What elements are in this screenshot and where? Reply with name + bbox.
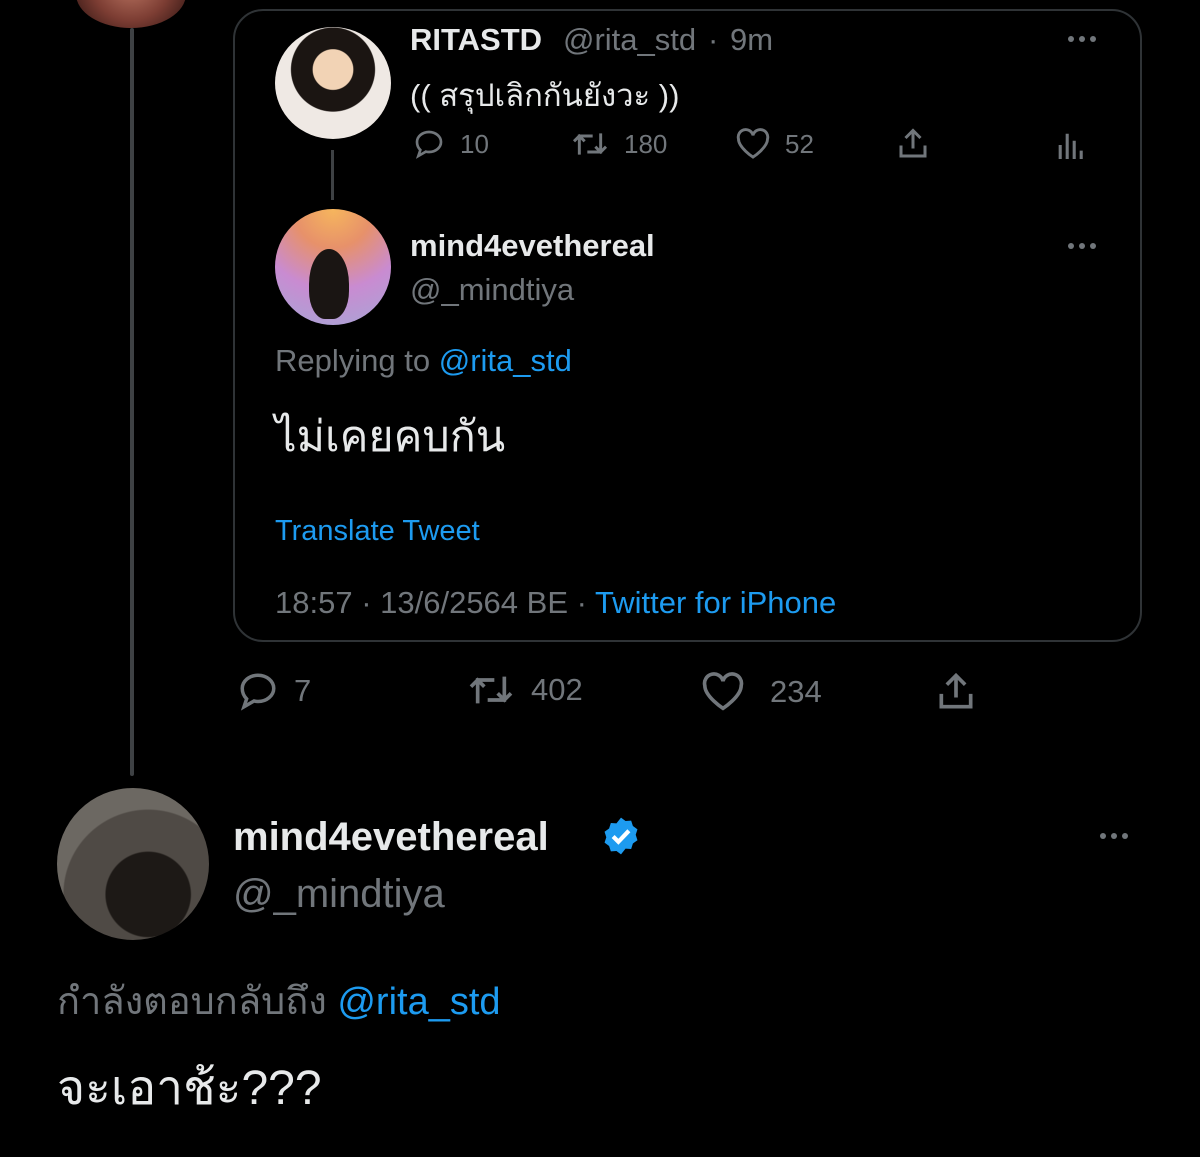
rita-avatar[interactable] xyxy=(275,27,391,139)
reply-tweet-text: ไม่เคยคบกัน xyxy=(275,413,506,461)
more-icon[interactable] xyxy=(1100,833,1128,839)
like-icon xyxy=(736,128,770,159)
quoted-retweet-action[interactable]: 180 xyxy=(570,128,667,160)
analytics-icon xyxy=(1058,133,1083,159)
translate-tweet-link[interactable]: Translate Tweet xyxy=(275,515,480,548)
verified-badge-icon xyxy=(604,817,638,855)
reply-author-handle[interactable]: @_mindtiya xyxy=(410,272,574,308)
replying-to-prefix: Replying to xyxy=(275,343,431,378)
quoted-timestamp[interactable]: 9m xyxy=(730,22,773,58)
share-icon xyxy=(899,128,927,158)
replying-to-line: Replying to @rita_std xyxy=(275,343,572,379)
quoted-share-action[interactable] xyxy=(895,126,931,162)
quoted-retweet-count: 180 xyxy=(624,128,668,159)
main-replying-mention[interactable]: @rita_std xyxy=(337,981,500,1023)
more-icon[interactable] xyxy=(1068,36,1096,42)
tweet-timestamp[interactable]: 18:57 · 13/6/2564 BE · xyxy=(275,585,587,620)
main-replying-prefix: กำลังตอบกลับถึง xyxy=(57,981,327,1023)
quoted-like-action[interactable]: 52 xyxy=(735,128,814,160)
quoted-author-handle[interactable]: @rita_std xyxy=(563,22,696,58)
retweet-icon xyxy=(469,676,513,704)
reply-action[interactable]: 7 xyxy=(236,670,311,712)
reply-count: 7 xyxy=(294,673,312,708)
replying-to-mention[interactable]: @rita_std xyxy=(439,343,572,378)
retweet-count: 402 xyxy=(531,672,583,707)
parent-avatar[interactable] xyxy=(76,0,186,28)
tweet-meta: 18:57 · 13/6/2564 BE · Twitter for iPhon… xyxy=(275,585,836,621)
quoted-like-count: 52 xyxy=(785,128,814,159)
reply-icon xyxy=(240,673,276,711)
share-icon xyxy=(939,672,973,709)
main-author-avatar[interactable] xyxy=(57,788,209,940)
like-action[interactable]: 234 xyxy=(700,672,822,712)
retweet-action[interactable]: 402 xyxy=(465,670,583,710)
tweet-source-link[interactable]: Twitter for iPhone xyxy=(595,585,836,620)
separator-dot: · xyxy=(708,22,719,57)
reply-author-avatar[interactable] xyxy=(275,209,391,325)
share-action[interactable] xyxy=(934,670,978,714)
quoted-reply-action[interactable]: 10 xyxy=(412,128,489,160)
main-author-name[interactable]: mind4evethereal xyxy=(233,815,549,860)
quote-thread-connector xyxy=(331,150,334,200)
more-icon[interactable] xyxy=(1068,243,1096,249)
reply-author-name[interactable]: mind4evethereal xyxy=(410,228,655,264)
main-author-handle[interactable]: @_mindtiya xyxy=(233,872,445,917)
like-icon xyxy=(702,672,744,711)
quoted-reply-count: 10 xyxy=(460,128,489,159)
quoted-analytics-action[interactable] xyxy=(1056,128,1084,162)
thread-connector-line xyxy=(130,28,134,776)
retweet-icon xyxy=(572,133,608,155)
quoted-tweet-text: (( สรุปเลิกกันยังวะ )) xyxy=(410,78,680,113)
main-tweet-text: จะเอาช้ะ??? xyxy=(57,1062,322,1115)
reply-icon xyxy=(415,130,443,159)
main-replying-to-line: กำลังตอบกลับถึง @rita_std xyxy=(57,970,501,1031)
quoted-author-name[interactable]: RITASTD xyxy=(410,22,542,58)
like-count: 234 xyxy=(770,674,822,709)
